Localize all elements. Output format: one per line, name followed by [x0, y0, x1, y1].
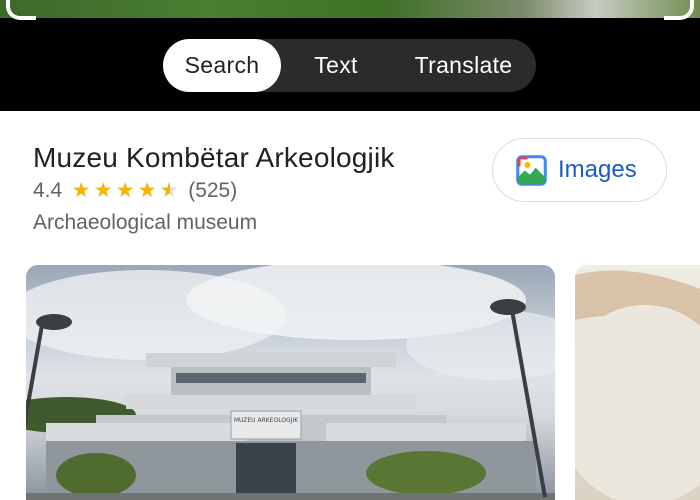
star-icon: ★: [71, 179, 91, 202]
camera-preview-area: Search Text Translate: [0, 0, 700, 111]
crop-corner-left-icon[interactable]: [6, 0, 36, 20]
images-button[interactable]: Images: [492, 138, 667, 202]
star-icon: ★: [93, 179, 113, 202]
rating-row: 4.4 ★ ★ ★ ★ ★ (525): [33, 178, 237, 203]
place-title[interactable]: Muzeu Kombëtar Arkeologjik: [33, 142, 395, 174]
museum-sign-text: MUZEU ARKEOLOGJIK: [234, 417, 299, 424]
image-icon: [516, 154, 547, 186]
images-button-label: Images: [558, 156, 637, 183]
mode-translate-button[interactable]: Translate: [391, 39, 536, 92]
place-photo-secondary[interactable]: [575, 265, 700, 500]
star-icon: ★: [115, 179, 135, 202]
lens-mode-selector: Search Text Translate: [163, 39, 536, 92]
half-star-icon: ★: [159, 179, 179, 202]
mode-search-button[interactable]: Search: [163, 39, 281, 92]
results-sheet: Muzeu Kombëtar Arkeologjik 4.4 ★ ★ ★ ★ ★…: [0, 111, 700, 500]
artifact-image: [575, 270, 700, 500]
rating-stars: ★ ★ ★ ★ ★: [70, 178, 180, 203]
review-count[interactable]: (525): [188, 179, 237, 203]
star-icon: ★: [137, 179, 157, 202]
place-category: Archaeological museum: [33, 211, 258, 234]
place-photo-main[interactable]: MUZEU ARKEOLOGJIK: [26, 265, 555, 500]
rating-value: 4.4: [33, 178, 63, 202]
mode-text-button[interactable]: Text: [281, 39, 391, 92]
camera-preview-image: [0, 0, 700, 18]
museum-building-image: MUZEU ARKEOLOGJIK: [26, 265, 555, 500]
